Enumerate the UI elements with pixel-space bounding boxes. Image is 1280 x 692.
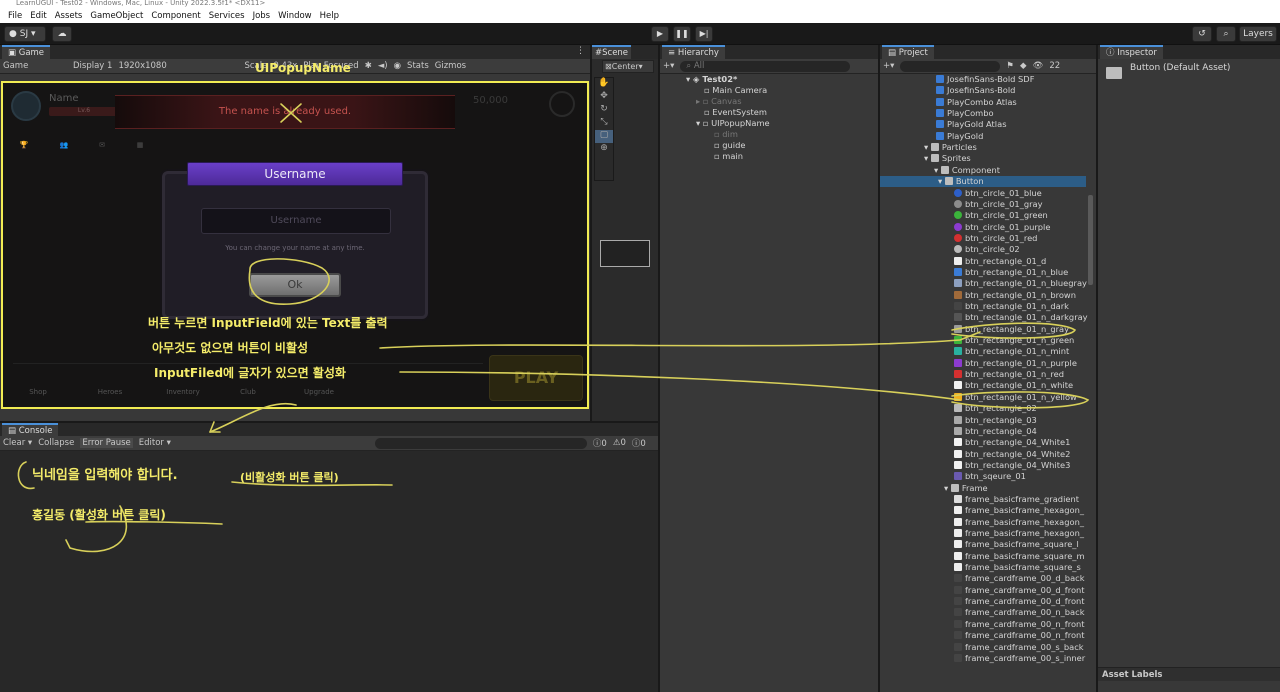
console-log-1-note: (비활성화 버튼 클릭): [240, 471, 339, 484]
ok-circle-mark: [248, 258, 330, 305]
arrow-line-2: [399, 371, 961, 401]
annotation-line2: 아무것도 없으면 버튼이 비활성: [152, 341, 309, 355]
annotation-line1: 버튼 누르면 InputField에 있는 Text를 출력: [148, 316, 388, 330]
console-log-2: 홍길동 (활성화 버튼 클릭): [32, 508, 166, 522]
strike-mark: [280, 103, 302, 123]
console-log-1: 닉네임을 입력해야 합니다.: [32, 468, 178, 483]
yellow-circle-mark: [951, 391, 1090, 409]
gray-circle-mark: [951, 322, 1077, 339]
annotation-popup-name: UIPopupName: [255, 61, 351, 75]
arrow-to-console: [209, 402, 297, 433]
annotation-line3: InputFiled에 글자가 있으면 활성화: [154, 366, 346, 380]
arrow-line-1: [379, 331, 981, 349]
